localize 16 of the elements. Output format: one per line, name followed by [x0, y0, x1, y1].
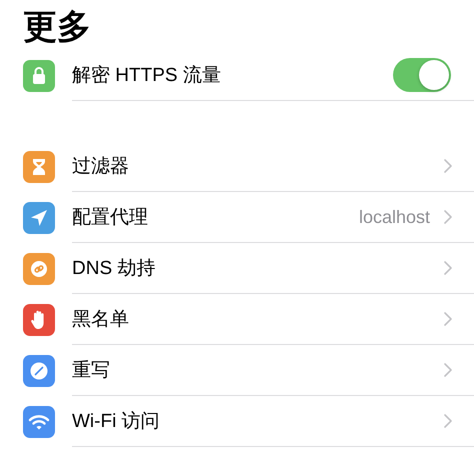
page-title: 更多: [23, 7, 92, 48]
chevron-icon: [444, 312, 452, 326]
chevron-icon: [444, 261, 452, 275]
menu-item-label[interactable]: 配置代理: [72, 204, 148, 230]
chevron-icon: [444, 210, 452, 224]
setting-label: 解密 HTTPS 流量: [72, 64, 221, 88]
chevron-icon: [444, 363, 452, 377]
chevron-icon: [444, 414, 452, 428]
toggle-switch[interactable]: [393, 58, 451, 92]
menu-item-label[interactable]: Wi-Fi 访问: [72, 408, 160, 434]
menu-item-label[interactable]: 过滤器: [72, 153, 129, 179]
proxy-value: localhost: [358, 206, 430, 228]
menu-item-label[interactable]: 重写: [72, 357, 110, 383]
menu-item-label[interactable]: DNS 劫持: [72, 255, 156, 281]
chevron-icon: [444, 159, 452, 173]
menu-item-label[interactable]: 黑名单: [72, 306, 129, 332]
